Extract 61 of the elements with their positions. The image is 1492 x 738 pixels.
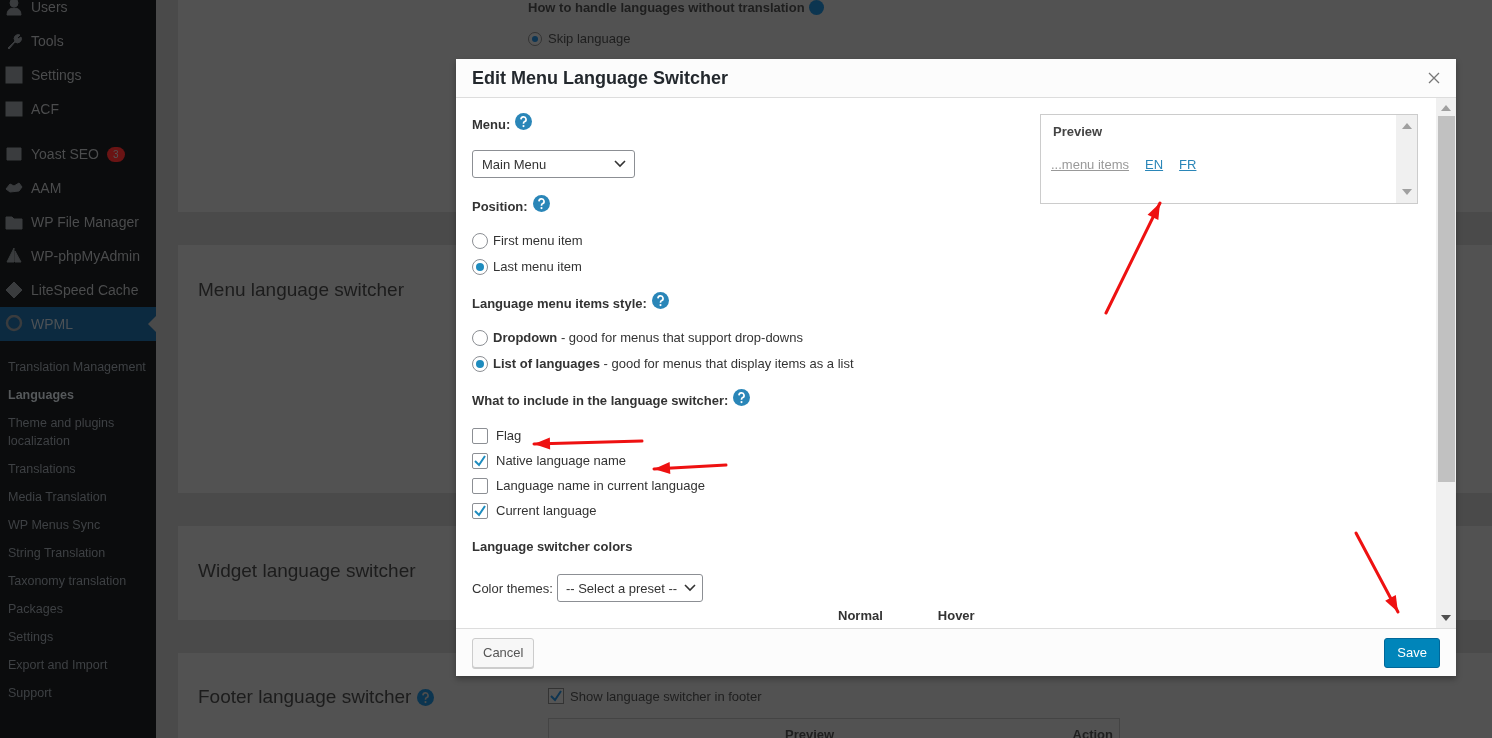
menu-icon [5, 213, 23, 231]
sidebar-item[interactable]: ACF [0, 92, 156, 126]
menu-icon [5, 100, 23, 118]
sidebar-item[interactable]: Yoast SEO 3 [0, 137, 156, 171]
scroll-up-icon[interactable] [1401, 123, 1412, 129]
column-header: Hover [937, 608, 975, 623]
active-pointer [148, 316, 156, 332]
field-label: What to include in the language switcher: [472, 392, 729, 408]
save-button[interactable]: Save [1384, 637, 1440, 668]
preview-link[interactable]: FR [1179, 157, 1197, 172]
column-header: Normal [838, 608, 883, 623]
field-label: Position: [472, 198, 528, 214]
checkbox[interactable] [472, 502, 488, 519]
sidebar-item[interactable]: Settings [0, 58, 156, 92]
sidebar-item[interactable]: Users [0, 0, 156, 24]
sidebar-item[interactable]: Tools [0, 24, 156, 58]
sidebar-item[interactable]: WPML [0, 307, 156, 341]
section-heading: Language switcher colors [472, 538, 633, 554]
menu-icon [5, 145, 23, 163]
sidebar-item[interactable]: LiteSpeed Cache [0, 273, 156, 307]
sidebar-item[interactable]: AAM [0, 171, 156, 205]
preset-select[interactable]: -- Select a preset -- [556, 574, 703, 602]
radio-label: First menu item [493, 233, 583, 248]
field-label: Color themes: [472, 580, 553, 596]
scroll-up-icon[interactable] [1441, 105, 1451, 111]
submenu-item[interactable]: Languages [8, 381, 156, 409]
chevron-down-icon [683, 584, 696, 592]
sidebar-item[interactable]: WP File Manager [0, 205, 156, 239]
preview-title: Preview [1053, 124, 1104, 139]
menu-icon [5, 281, 23, 299]
checkbox[interactable] [548, 688, 564, 704]
scrollbar[interactable] [1396, 115, 1417, 203]
checkbox-label: Current language [496, 503, 597, 518]
radio-button[interactable] [528, 31, 542, 46]
chevron-down-icon [614, 160, 626, 168]
radio-label: Last menu item [493, 259, 582, 274]
preview-link[interactable]: EN [1145, 157, 1164, 172]
menu-icon [5, 32, 23, 50]
preview-link[interactable]: ...menu items [1051, 157, 1130, 172]
dialog-title: Edit Menu Language Switcher [472, 67, 729, 89]
scrollbar[interactable] [1436, 98, 1456, 628]
checkbox-label: Native language name [496, 453, 627, 468]
checkbox[interactable] [472, 477, 488, 494]
menu-icon [5, 0, 23, 16]
sidebar-item[interactable]: WP-phpMyAdmin [0, 239, 156, 273]
field-label: Language menu items style: [472, 295, 647, 311]
menu-select[interactable]: Main Menu [472, 150, 635, 178]
checkbox-label: Flag [496, 428, 522, 443]
close-icon[interactable] [1428, 72, 1440, 84]
notification-badge: 3 [107, 146, 125, 162]
checkbox[interactable] [472, 427, 488, 444]
menu-icon [5, 66, 23, 84]
radio-label: List of languages - good for menus that display items as a list [493, 356, 854, 371]
field-label: Menu: [472, 116, 511, 132]
scroll-down-icon[interactable] [1441, 615, 1451, 621]
checkbox[interactable] [472, 452, 488, 469]
checkbox-label: Language name in current language [496, 478, 705, 493]
menu-icon [5, 315, 23, 333]
menu-icon [5, 247, 23, 265]
cancel-button[interactable]: Cancel [472, 637, 535, 668]
radio-label: Dropdown - good for menus that support drop-downs [493, 330, 803, 345]
